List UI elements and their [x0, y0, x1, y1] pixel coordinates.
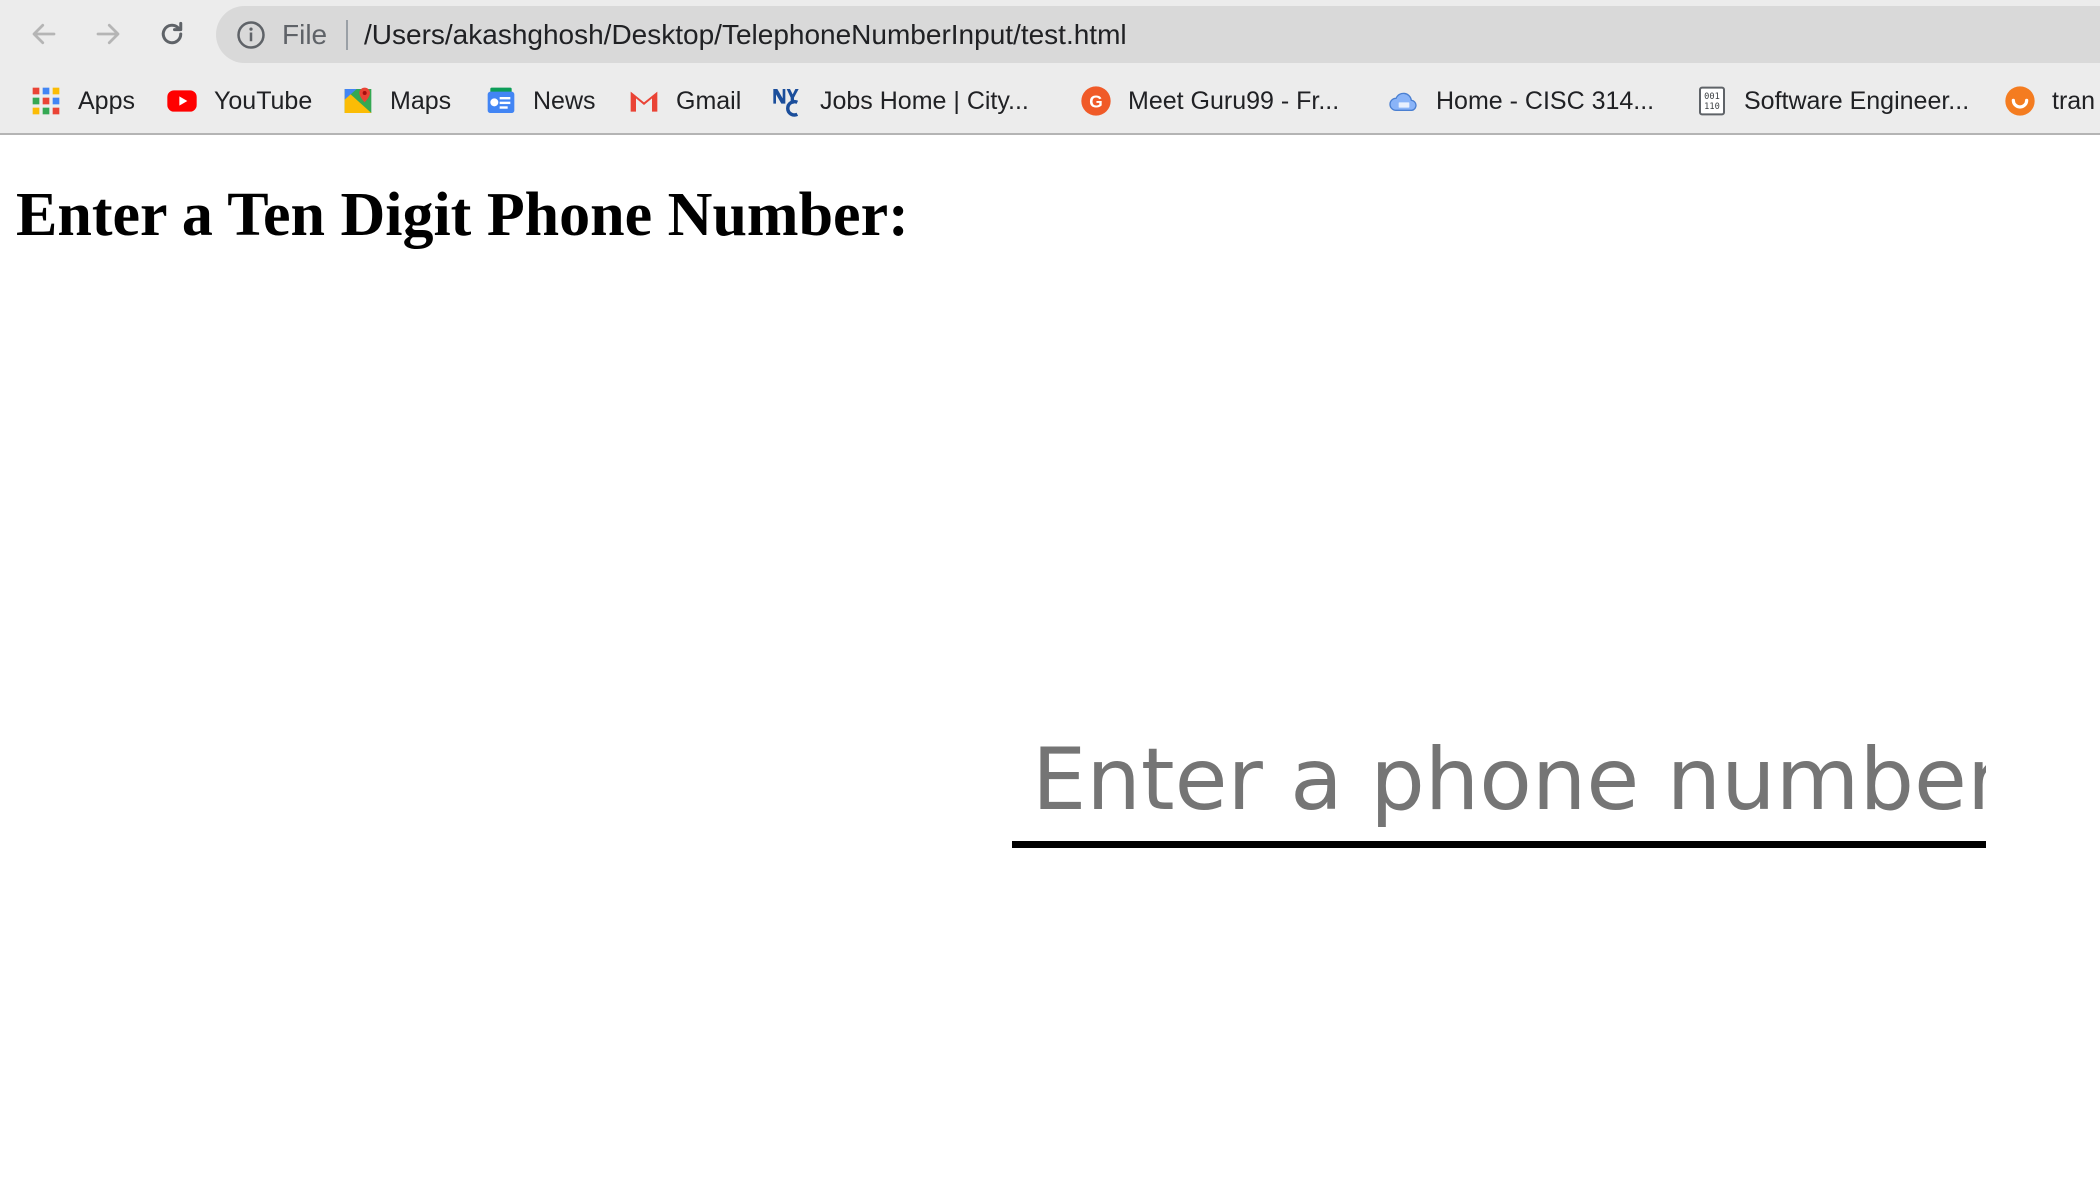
arrow-right-icon — [96, 23, 120, 45]
gmail-icon — [630, 91, 658, 112]
youtube-icon — [167, 90, 197, 112]
bookmark-label: Maps — [390, 86, 452, 115]
binary-doc-icon: 001 110 — [1699, 86, 1725, 116]
bookmark-jobs-home[interactable]: Jobs Home | City... — [772, 69, 1029, 133]
cloud-icon — [1389, 92, 1417, 111]
reload-icon — [161, 21, 183, 45]
guru99-icon: G — [1081, 86, 1111, 116]
bookmark-label: Apps — [78, 86, 135, 115]
forward-button[interactable] — [86, 12, 130, 56]
phone-number-input[interactable] — [1012, 718, 1986, 848]
bookmark-maps[interactable]: Maps — [342, 69, 451, 133]
bookmark-tran[interactable]: tran — [2004, 69, 2095, 133]
bookmark-label: Meet Guru99 - Fr... — [1128, 86, 1340, 115]
bookmark-label: Home - CISC 314... — [1436, 86, 1655, 115]
reload-button[interactable] — [150, 12, 194, 56]
arrow-left-icon — [32, 23, 56, 45]
svg-text:001: 001 — [1704, 92, 1720, 102]
bookmark-label: tran — [2052, 86, 2096, 115]
bookmark-gmail[interactable]: Gmail — [628, 69, 741, 133]
bookmark-guru99[interactable]: G Meet Guru99 - Fr... — [1080, 69, 1339, 133]
orange-smile-icon — [2005, 86, 2035, 116]
info-icon[interactable] — [236, 20, 266, 50]
google-news-icon — [487, 87, 515, 113]
address-bar[interactable]: File /Users/akashghosh/Desktop/Telephone… — [216, 6, 2100, 63]
omnibox-divider — [346, 20, 348, 50]
bookmark-software-engineer[interactable]: 001 110 Software Engineer... — [1696, 69, 1969, 133]
bookmark-news[interactable]: News — [485, 69, 596, 133]
bookmark-apps[interactable]: Apps — [30, 69, 135, 133]
maps-icon — [344, 87, 372, 113]
bookmark-label: Software Engineer... — [1744, 86, 1970, 115]
bookmark-label: News — [533, 86, 596, 115]
bookmark-label: Gmail — [676, 86, 742, 115]
bookmark-cisc-home[interactable]: Home - CISC 314... — [1388, 69, 1654, 133]
svg-text:G: G — [1089, 92, 1102, 112]
apps-grid-icon — [32, 87, 60, 115]
scheme-label: File — [282, 19, 328, 50]
bookmark-label: YouTube — [214, 86, 313, 115]
svg-text:110: 110 — [1704, 102, 1720, 112]
url-text[interactable]: /Users/akashghosh/Desktop/TelephoneNumbe… — [364, 6, 1127, 63]
browser-toolbar: File /Users/akashghosh/Desktop/Telephone… — [0, 0, 2100, 69]
page-heading: Enter a Ten Digit Phone Number: — [16, 181, 909, 249]
bookmark-label: Jobs Home | City... — [820, 86, 1029, 115]
bookmark-youtube[interactable]: YouTube — [166, 69, 312, 133]
back-button[interactable] — [22, 12, 66, 56]
bookmarks-bar: Apps YouTube Maps News Gmail Jobs Home |… — [0, 69, 2100, 135]
nyc-icon — [773, 89, 799, 117]
